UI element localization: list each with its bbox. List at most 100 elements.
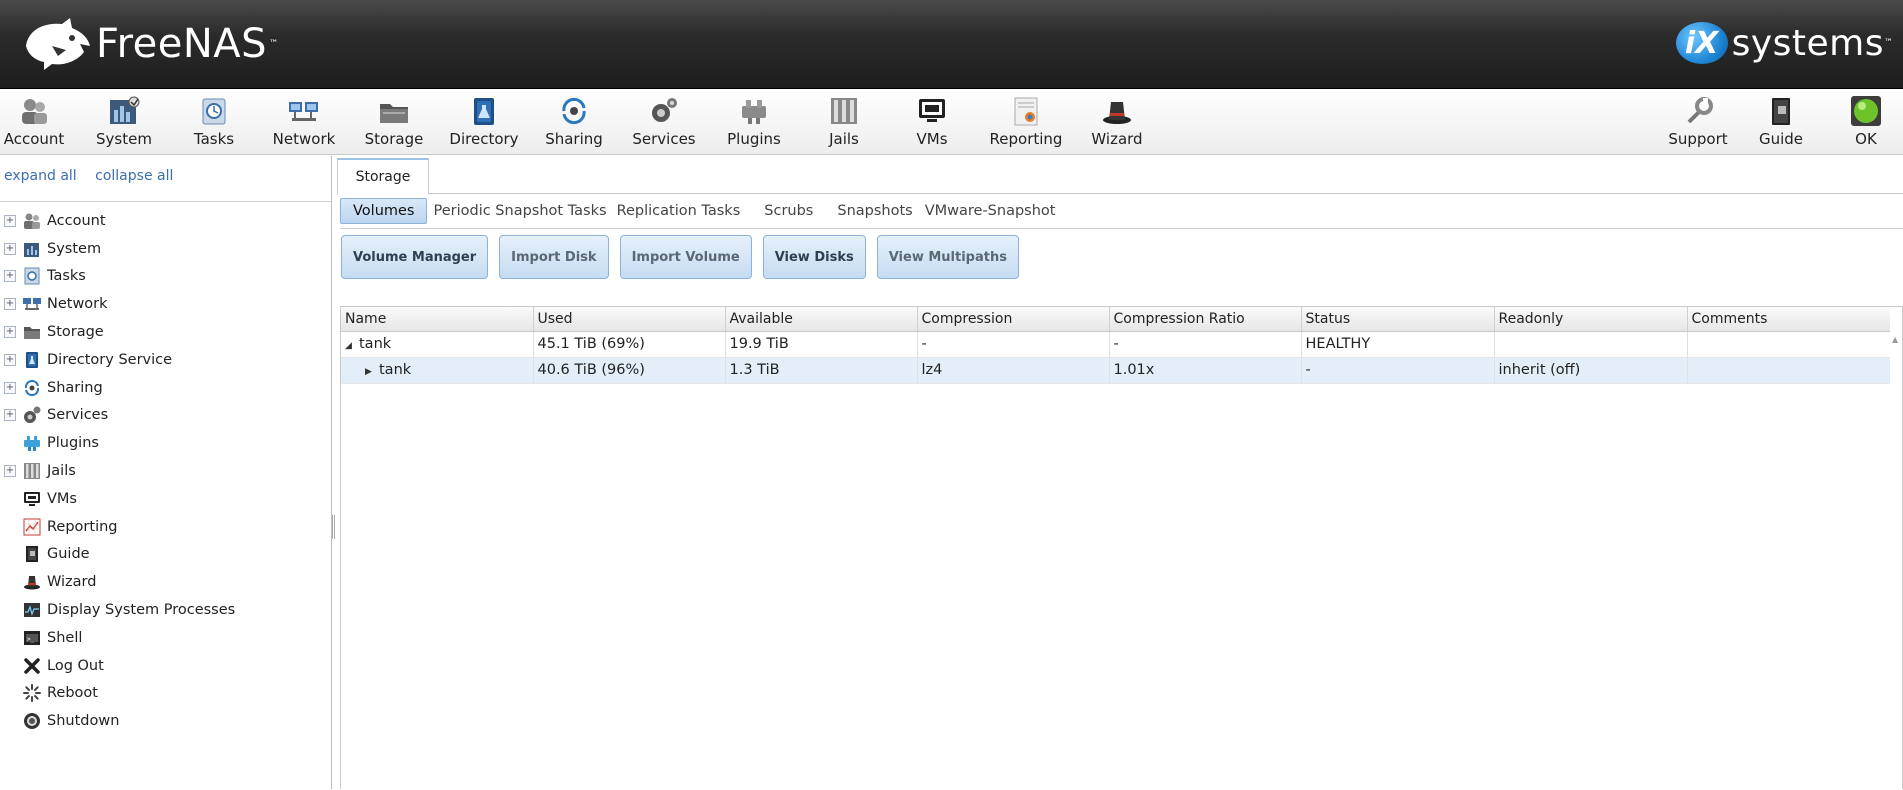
tasks-icon: [198, 96, 230, 126]
subtab-scrubs[interactable]: Scrubs: [752, 199, 837, 223]
column-header-comments[interactable]: Comments: [1687, 307, 1893, 332]
subtab-bar: Volumes Periodic Snapshot Tasks Replicat…: [340, 194, 1903, 229]
toolbar-account[interactable]: Account: [0, 96, 76, 148]
toolbar-jails[interactable]: Jails: [802, 96, 886, 148]
volume-manager-button[interactable]: Volume Manager: [341, 235, 489, 279]
expand-triangle-icon[interactable]: ▶: [365, 367, 379, 377]
sidebar-item-log-out[interactable]: Log Out: [0, 652, 331, 680]
plugins-icon: [738, 96, 770, 126]
brand-trademark: ™: [269, 39, 279, 49]
sidebar-item-reporting[interactable]: Reporting: [0, 513, 331, 541]
toolbar-tasks[interactable]: Tasks: [172, 96, 256, 148]
sidebar-item-tasks[interactable]: + Tasks: [0, 263, 331, 291]
toolbar-network[interactable]: Network: [262, 96, 346, 148]
services-icon: [22, 405, 42, 425]
expand-icon[interactable]: +: [4, 381, 16, 394]
expand-icon[interactable]: +: [4, 465, 16, 478]
cell-used: 45.1 TiB (69%): [533, 331, 726, 358]
sidebar-item-network[interactable]: + Network: [0, 290, 331, 318]
account-icon: [22, 211, 42, 231]
expand-icon[interactable]: +: [4, 298, 16, 311]
subtab-periodic-snapshot-tasks[interactable]: Periodic Snapshot Tasks: [427, 199, 612, 223]
import-disk-button[interactable]: Import Disk: [499, 235, 609, 279]
toolbar-plugins[interactable]: Plugins: [712, 96, 796, 148]
cell-readonly: [1494, 331, 1688, 358]
toolbar-directory[interactable]: Directory: [442, 96, 526, 148]
sidebar-item-sharing[interactable]: + Sharing: [0, 374, 331, 402]
sidebar-item-display-system-processes[interactable]: Display System Processes: [0, 596, 331, 624]
column-header-compression-ratio[interactable]: Compression Ratio: [1109, 307, 1302, 332]
column-header-compression[interactable]: Compression: [917, 307, 1110, 332]
subtab-snapshots[interactable]: Snapshots: [837, 199, 924, 223]
cell-available: 19.9 TiB: [725, 331, 918, 358]
processes-icon: [22, 600, 42, 620]
toolbar-system[interactable]: System: [82, 96, 166, 148]
sidebar-item-label: Log Out: [47, 657, 104, 674]
cell-available: 1.3 TiB: [725, 357, 918, 384]
table-row[interactable]: ◢ tank 45.1 TiB (69%) 19.9 TiB - - HEALTH…: [341, 331, 1893, 358]
expand-icon[interactable]: +: [4, 242, 16, 255]
pane-splitter[interactable]: [332, 515, 335, 539]
tasks-icon: [22, 266, 42, 286]
toolbar-support[interactable]: Support: [1656, 96, 1740, 148]
expand-icon[interactable]: +: [4, 326, 16, 339]
network-icon: [288, 96, 320, 126]
sidebar-item-guide[interactable]: Guide: [0, 541, 331, 569]
column-header-status[interactable]: Status: [1301, 307, 1495, 332]
ix-badge: iX: [1675, 22, 1728, 64]
column-header-name[interactable]: Name: [341, 307, 534, 332]
collapse-all-link[interactable]: collapse all: [95, 168, 173, 184]
tab-storage[interactable]: Storage: [337, 158, 429, 195]
sidebar-item-wizard[interactable]: Wizard: [0, 568, 331, 596]
toolbar-services[interactable]: Services: [622, 96, 706, 148]
sidebar-item-label: Tasks: [47, 268, 86, 285]
toolbar-alert-ok[interactable]: OK: [1824, 96, 1903, 148]
expand-icon[interactable]: +: [4, 409, 16, 422]
sidebar-item-account[interactable]: + Account: [0, 207, 331, 235]
cell-comments: [1687, 357, 1893, 384]
sidebar-item-directory-service[interactable]: + Directory Service: [0, 346, 331, 374]
sidebar-item-shutdown[interactable]: Shutdown: [0, 707, 331, 735]
sidebar-item-reboot[interactable]: Reboot: [0, 680, 331, 708]
sidebar-item-system[interactable]: + System: [0, 235, 331, 263]
column-header-readonly[interactable]: Readonly: [1494, 307, 1688, 332]
toolbar-reporting[interactable]: Reporting: [984, 96, 1068, 148]
toolbar-storage[interactable]: Storage: [352, 96, 436, 148]
expand-icon[interactable]: +: [4, 270, 16, 283]
cell-compression: lz4: [917, 357, 1110, 384]
sidebar-item-services[interactable]: + Services: [0, 402, 331, 430]
guide-icon: [22, 544, 42, 564]
toolbar-wizard[interactable]: Wizard: [1075, 96, 1159, 148]
subtab-vmware-snapshot[interactable]: VMware-Snapshot: [925, 199, 1068, 223]
table-row[interactable]: ▶ tank 40.6 TiB (96%) 1.3 TiB lz4 1.01x -…: [341, 357, 1893, 384]
sidebar-item-label: VMs: [47, 490, 77, 507]
system-icon: [108, 96, 140, 126]
expand-all-link[interactable]: expand all: [4, 168, 77, 184]
toolbar-guide[interactable]: Guide: [1739, 96, 1823, 148]
cell-status: HEALTHY: [1301, 331, 1495, 358]
sidebar-item-plugins[interactable]: Plugins: [0, 429, 331, 457]
expand-icon[interactable]: +: [4, 214, 16, 227]
sidebar-item-label: Shell: [47, 629, 83, 646]
cell-used: 40.6 TiB (96%): [533, 357, 726, 384]
toolbar-vms[interactable]: VMs: [890, 96, 974, 148]
sidebar-item-jails[interactable]: + Jails: [0, 457, 331, 485]
column-header-used[interactable]: Used: [533, 307, 726, 332]
vms-icon: [916, 96, 948, 126]
collapse-triangle-icon[interactable]: ◢: [345, 341, 359, 351]
sidebar-item-vms[interactable]: VMs: [0, 485, 331, 513]
view-multipaths-button[interactable]: View Multipaths: [876, 235, 1019, 279]
subtab-volumes[interactable]: Volumes: [340, 198, 428, 224]
storage-icon: [378, 96, 410, 126]
grid-scrollbar[interactable]: ▲: [1890, 307, 1902, 790]
toolbar-sharing[interactable]: Sharing: [532, 96, 616, 148]
expand-icon[interactable]: +: [4, 353, 16, 366]
view-disks-button[interactable]: View Disks: [762, 235, 866, 279]
column-header-available[interactable]: Available: [725, 307, 918, 332]
sidebar-item-storage[interactable]: + Storage: [0, 318, 331, 346]
scroll-up-icon[interactable]: ▲: [1892, 335, 1898, 344]
import-volume-button[interactable]: Import Volume: [619, 235, 752, 279]
sidebar-item-shell[interactable]: >_ Shell: [0, 624, 331, 652]
cell-compression-ratio: 1.01x: [1109, 357, 1302, 384]
subtab-replication-tasks[interactable]: Replication Tasks: [613, 199, 753, 223]
